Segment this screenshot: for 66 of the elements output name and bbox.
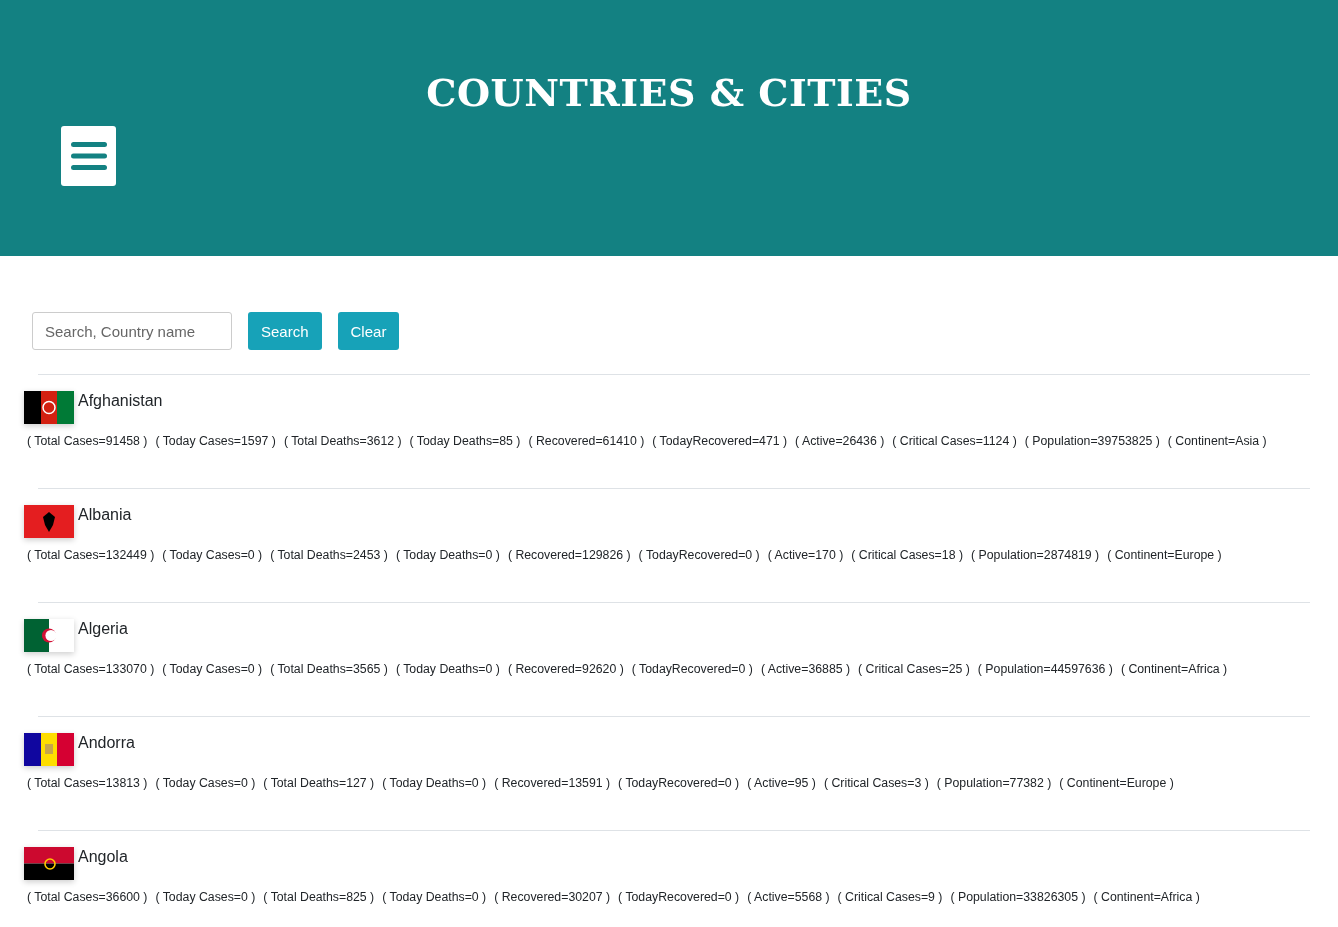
stat-text: ( Today Cases=0 ) [155,890,256,904]
stat-text: ( Total Deaths=3612 ) [283,434,402,448]
stat-text: ( Today Deaths=85 ) [409,434,521,448]
flag-icon [24,619,74,652]
stat-text: ( Recovered=92620 ) [507,662,624,676]
country-name: Algeria [78,620,128,638]
stat-text: ( Population=2874819 ) [971,548,1100,562]
stat-text: ( Continent=Africa ) [1093,890,1200,904]
stat-text: ( Critical Cases=9 ) [837,890,943,904]
stat-text: ( Today Cases=1597 ) [155,434,276,448]
stat-text: ( Today Deaths=0 ) [382,890,487,904]
stat-text: ( Critical Cases=1124 ) [892,434,1017,448]
stat-text: ( Continent=Asia ) [1167,434,1267,448]
menu-icon [70,140,107,172]
country-name: Andorra [78,734,135,752]
stat-text: ( Total Deaths=127 ) [263,776,375,790]
stat-text: ( Continent=Europe ) [1107,548,1222,562]
country-name: Angola [78,848,128,866]
stat-text: ( Today Deaths=0 ) [395,548,500,562]
stat-text: ( TodayRecovered=471 ) [652,434,788,448]
stat-text: ( Population=33826305 ) [950,890,1086,904]
stat-text: ( Today Cases=0 ) [162,662,263,676]
stat-text: ( Population=39753825 ) [1024,434,1160,448]
stat-text: ( Critical Cases=25 ) [858,662,970,676]
stat-text: ( Today Cases=0 ) [162,548,263,562]
stat-text: ( Continent=Europe ) [1059,776,1174,790]
stat-text: ( TodayRecovered=0 ) [618,890,740,904]
country-name: Albania [78,506,132,524]
stat-text: ( Total Cases=91458 ) [27,434,148,448]
stat-text: ( Total Cases=36600 ) [27,890,148,904]
stat-text: ( Today Deaths=0 ) [382,776,487,790]
stat-text: ( Recovered=13591 ) [494,776,611,790]
stat-text: ( Recovered=30207 ) [494,890,611,904]
action-button[interactable]: Search [248,312,322,350]
flag-icon [24,733,74,766]
flag-icon [24,847,74,880]
stat-text: ( Total Cases=133070 ) [27,662,155,676]
search-field[interactable]: Search, Country name [32,312,232,350]
stat-text: ( Critical Cases=18 ) [851,548,963,562]
stat-text: ( TodayRecovered=0 ) [631,662,753,676]
stat-text: ( Total Deaths=825 ) [263,890,375,904]
stat-text: ( Today Cases=0 ) [155,776,256,790]
stat-text: ( Recovered=129826 ) [507,548,631,562]
stat-text: ( Total Deaths=2453 ) [270,548,388,562]
stat-text: ( Total Deaths=3565 ) [270,662,388,676]
flag-icon [24,505,74,538]
stat-text: ( Critical Cases=3 ) [823,776,929,790]
stat-text: ( Continent=Africa ) [1120,662,1228,676]
stat-text: ( Active=95 ) [747,776,816,790]
stat-text: ( Today Deaths=0 ) [395,662,500,676]
stat-text: ( Population=77382 ) [936,776,1052,790]
stat-text: ( Active=170 ) [767,548,844,562]
stat-text: ( TodayRecovered=0 ) [638,548,760,562]
action-button[interactable]: Clear [337,312,400,350]
flag-icon [24,391,74,424]
country-name: Afghanistan [78,392,163,410]
stat-text: ( Population=44597636 ) [977,662,1113,676]
stat-text: ( Total Cases=132449 ) [27,548,155,562]
stat-text: ( Active=36885 ) [760,662,851,676]
stat-text: ( Active=26436 ) [795,434,885,448]
stat-text: ( Total Cases=13813 ) [27,776,148,790]
menu-button[interactable] [61,126,116,186]
stat-text: ( TodayRecovered=0 ) [618,776,740,790]
stat-text: ( Recovered=61410 ) [528,434,645,448]
stat-text: ( Active=5568 ) [747,890,830,904]
page-title: COUNTRIES & CITIES [426,70,912,117]
